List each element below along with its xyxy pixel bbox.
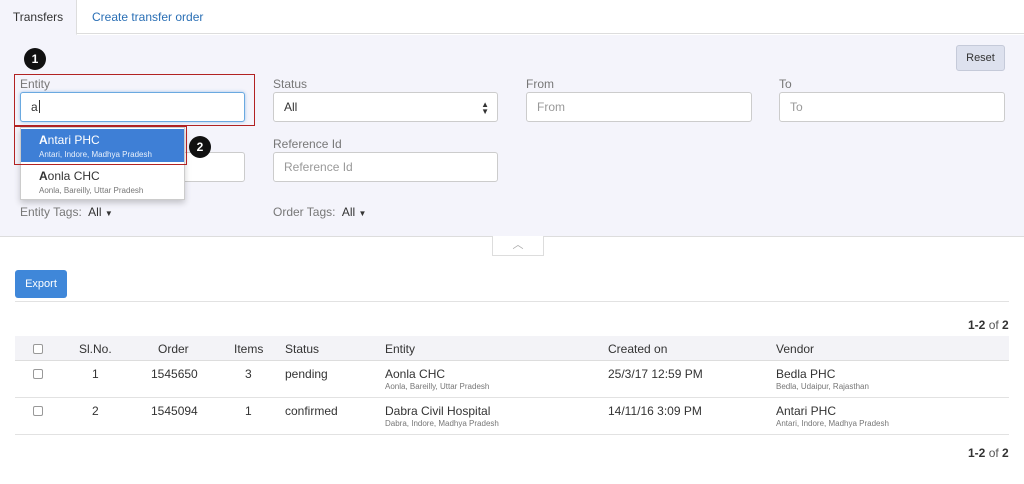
row-order[interactable]: 1545094 bbox=[151, 404, 198, 418]
header-items[interactable]: Items bbox=[234, 342, 263, 356]
row-slno: 1 bbox=[92, 367, 99, 381]
to-placeholder: To bbox=[790, 100, 803, 114]
row-items: 3 bbox=[245, 367, 252, 381]
entity-tags-filter[interactable]: Entity Tags: All ▼ bbox=[20, 205, 113, 219]
row-slno: 2 bbox=[92, 404, 99, 418]
row-vendor-location: Antari, Indore, Madhya Pradesh bbox=[776, 419, 889, 428]
select-all-checkbox[interactable] bbox=[33, 344, 43, 354]
tab-bar: Transfers Create transfer order bbox=[0, 0, 1024, 35]
row-entity[interactable]: Aonla CHC bbox=[385, 367, 445, 381]
row-created-on: 14/11/16 3:09 PM bbox=[608, 404, 702, 418]
status-select[interactable]: All ▲ ▼ bbox=[273, 92, 498, 122]
row-vendor-location: Bedla, Udaipur, Rajasthan bbox=[776, 382, 869, 391]
row-checkbox[interactable] bbox=[33, 406, 43, 416]
collapse-filters-button[interactable]: ︿ bbox=[492, 236, 544, 256]
select-arrows-icon: ▲ ▼ bbox=[481, 100, 489, 116]
tab-create-transfer-order[interactable]: Create transfer order bbox=[92, 0, 203, 35]
header-status[interactable]: Status bbox=[285, 342, 319, 356]
from-placeholder: From bbox=[537, 100, 565, 114]
to-date-input[interactable]: To bbox=[779, 92, 1005, 122]
divider bbox=[15, 301, 1009, 302]
row-status: confirmed bbox=[285, 404, 338, 418]
pager-bottom: 1-2 of 2 bbox=[968, 446, 1009, 460]
entity-label: Entity bbox=[20, 77, 51, 91]
header-entity[interactable]: Entity bbox=[385, 342, 415, 356]
row-vendor[interactable]: Bedla PHC bbox=[776, 367, 835, 381]
autocomplete-item-name: Aonla CHC bbox=[39, 169, 100, 183]
entity-input[interactable]: a bbox=[20, 92, 245, 122]
reset-button[interactable]: Reset bbox=[956, 45, 1005, 71]
from-date-input[interactable]: From bbox=[526, 92, 752, 122]
order-tags-filter[interactable]: Order Tags: All ▼ bbox=[273, 205, 366, 219]
annotation-badge-2: 2 bbox=[189, 136, 211, 158]
reference-id-label: Reference Id bbox=[273, 137, 342, 151]
to-label: To bbox=[779, 77, 792, 91]
order-tags-label: Order Tags: bbox=[273, 205, 336, 219]
reference-id-placeholder: Reference Id bbox=[284, 160, 353, 174]
annotation-badge-1: 1 bbox=[24, 48, 46, 70]
export-button[interactable]: Export bbox=[15, 270, 67, 298]
header-created-on[interactable]: Created on bbox=[608, 342, 667, 356]
row-divider bbox=[15, 397, 1009, 398]
row-order[interactable]: 1545650 bbox=[151, 367, 198, 381]
row-entity-location: Aonla, Bareilly, Uttar Pradesh bbox=[385, 382, 490, 391]
autocomplete-item-location: Aonla, Bareilly, Uttar Pradesh bbox=[39, 186, 144, 195]
entity-tags-value: All bbox=[88, 205, 102, 219]
row-created-on: 25/3/17 12:59 PM bbox=[608, 367, 703, 381]
text-cursor bbox=[38, 100, 40, 113]
row-entity-location: Dabra, Indore, Madhya Pradesh bbox=[385, 419, 499, 428]
row-status: pending bbox=[285, 367, 328, 381]
row-checkbox[interactable] bbox=[33, 369, 43, 379]
from-label: From bbox=[526, 77, 554, 91]
status-select-value: All bbox=[284, 100, 298, 114]
row-divider bbox=[15, 434, 1009, 435]
header-vendor[interactable]: Vendor bbox=[776, 342, 814, 356]
autocomplete-item[interactable]: Aonla CHC Aonla, Bareilly, Uttar Pradesh bbox=[21, 165, 184, 198]
caret-down-icon: ▼ bbox=[358, 209, 367, 218]
order-tags-value: All bbox=[341, 205, 356, 219]
reference-id-input[interactable]: Reference Id bbox=[273, 152, 498, 182]
row-entity[interactable]: Dabra Civil Hospital bbox=[385, 404, 490, 418]
header-order[interactable]: Order bbox=[158, 342, 189, 356]
header-slno[interactable]: Sl.No. bbox=[79, 342, 112, 356]
status-label: Status bbox=[273, 77, 308, 91]
caret-down-icon: ▼ bbox=[104, 209, 113, 218]
tab-transfers[interactable]: Transfers bbox=[0, 0, 77, 35]
entity-tags-label: Entity Tags: bbox=[20, 205, 82, 219]
row-vendor[interactable]: Antari PHC bbox=[776, 404, 836, 418]
entity-input-value: a bbox=[31, 100, 38, 114]
pager-top: 1-2 of 2 bbox=[968, 318, 1009, 332]
chevron-up-icon: ︿ bbox=[512, 239, 524, 251]
row-items: 1 bbox=[245, 404, 252, 418]
autocomplete-highlight-box bbox=[14, 126, 187, 165]
